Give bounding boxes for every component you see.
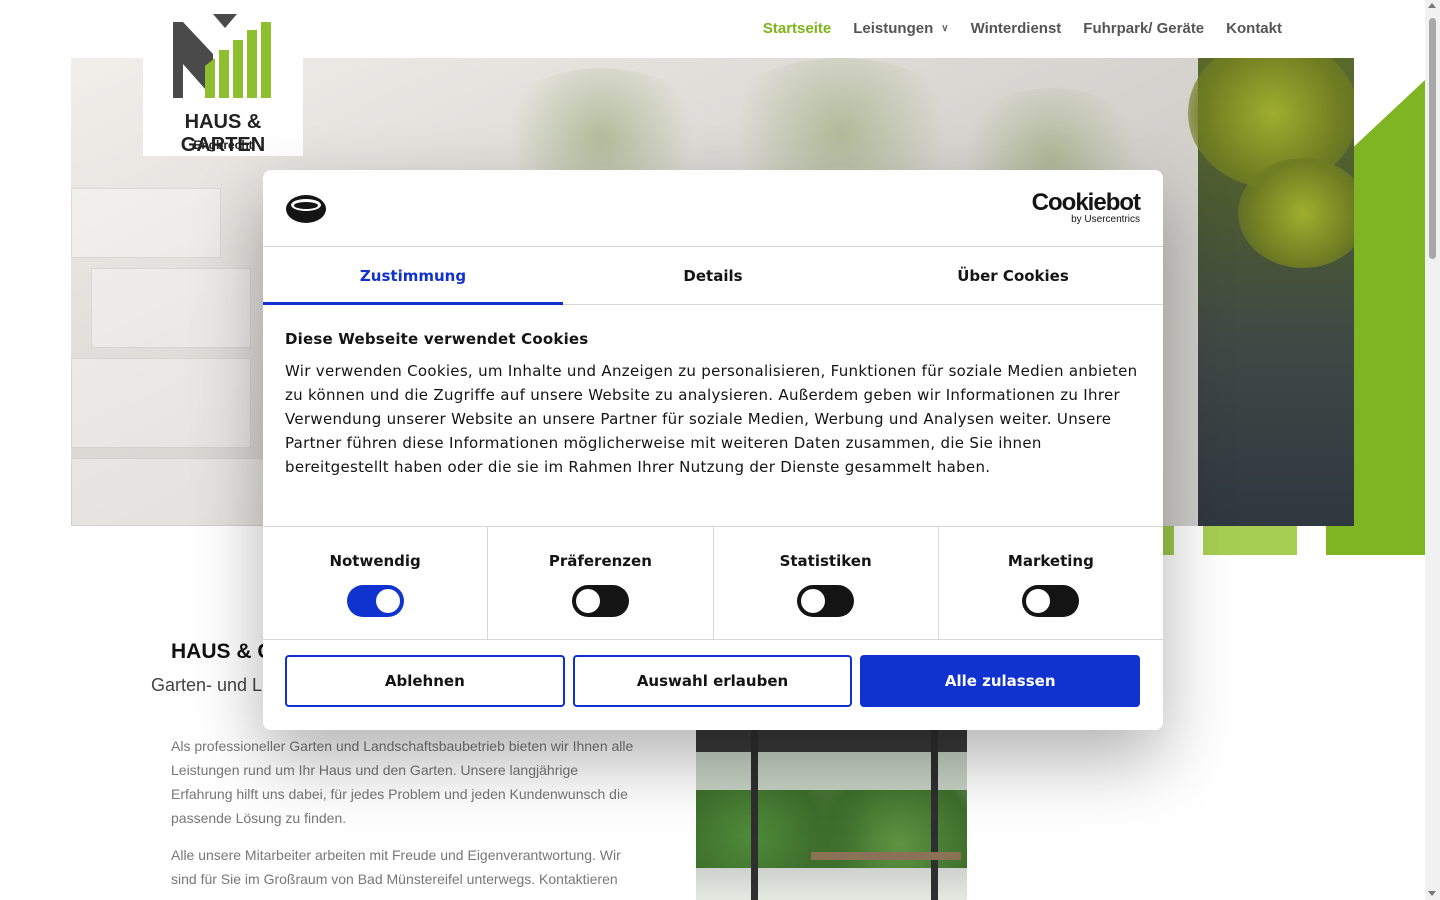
dialog-text: Wir verwenden Cookies, um Inhalte und An… [285, 362, 1138, 476]
cookiebot-logo-icon [286, 195, 326, 223]
tab-about-cookies[interactable]: Über Cookies [863, 247, 1163, 304]
cookiebot-brand[interactable]: Cookiebot by Usercentrics [1031, 189, 1141, 225]
statistics-toggle[interactable] [797, 585, 855, 617]
category-marketing: Marketing [939, 527, 1163, 639]
dialog-header: Cookiebot by Usercentrics [263, 170, 1163, 247]
preferences-toggle[interactable] [571, 585, 629, 617]
dialog-actions: Ablehnen Auswahl erlauben Alle zulassen [285, 655, 1141, 707]
category-preferences: Präferenzen [488, 527, 714, 639]
dialog-title: Diese Webseite verwendet Cookies [285, 330, 589, 348]
toggle-knob [375, 589, 400, 613]
allow-selection-button[interactable]: Auswahl erlauben [572, 655, 853, 707]
category-statistics: Statistiken [714, 527, 939, 639]
scroll-up-arrow-icon[interactable] [1428, 3, 1436, 8]
cookie-consent-dialog: Cookiebot by Usercentrics Zustimmung Det… [263, 170, 1163, 730]
category-statistics-label: Statistiken [779, 552, 872, 570]
page-scrollbar[interactable] [1425, 0, 1440, 900]
tab-details[interactable]: Details [563, 247, 863, 304]
brand-subtitle: by Usercentrics [1071, 214, 1140, 225]
dialog-tabs: Zustimmung Details Über Cookies [263, 247, 1163, 305]
necessary-toggle[interactable] [346, 585, 404, 617]
toggle-knob [575, 589, 600, 613]
category-marketing-label: Marketing [1007, 552, 1094, 570]
decline-button[interactable]: Ablehnen [285, 655, 565, 707]
toggle-knob [1026, 589, 1051, 613]
category-necessary-label: Notwendig [329, 552, 421, 570]
dialog-body: Diese Webseite verwendet Cookies Wir ver… [263, 305, 1163, 525]
category-preferences-label: Präferenzen [548, 552, 652, 570]
cookie-categories: Notwendig Präferenzen Statistiken Market… [263, 526, 1163, 640]
scroll-down-arrow-icon[interactable] [1428, 891, 1436, 896]
brand-name: Cookiebot [1031, 189, 1141, 216]
scrollbar-thumb[interactable] [1429, 18, 1436, 259]
tab-consent[interactable]: Zustimmung [263, 247, 563, 305]
category-necessary: Notwendig [263, 527, 489, 639]
allow-all-button[interactable]: Alle zulassen [860, 655, 1141, 707]
marketing-toggle[interactable] [1022, 585, 1080, 617]
toggle-knob [801, 589, 826, 613]
